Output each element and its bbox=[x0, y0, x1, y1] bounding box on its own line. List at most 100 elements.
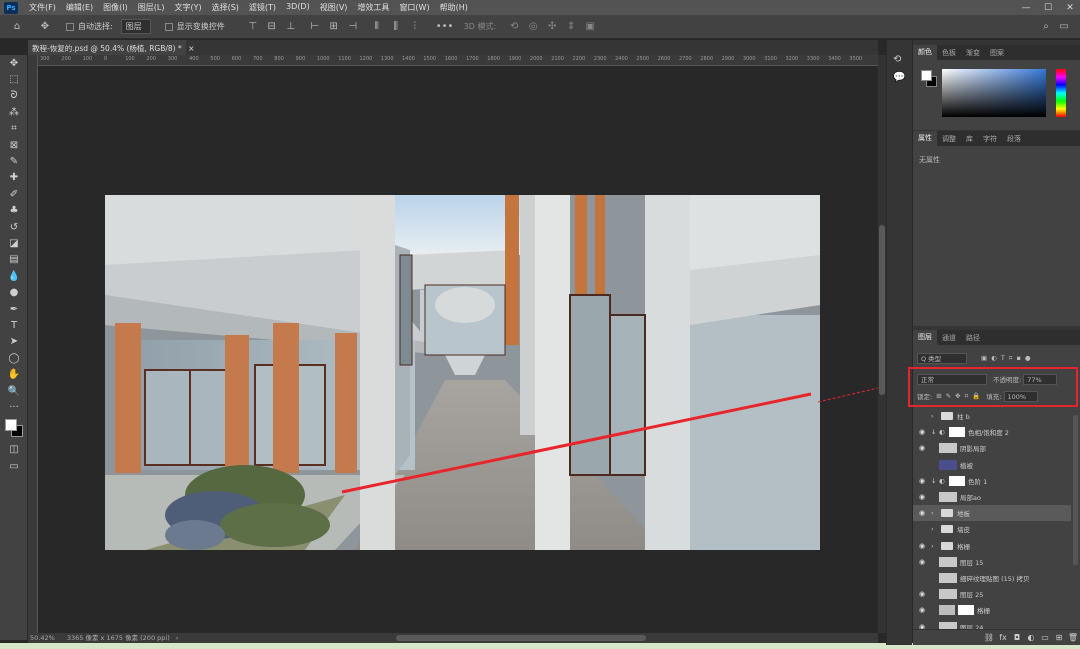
menu-item[interactable]: 选择(S) bbox=[207, 2, 244, 13]
visibility-eye-icon[interactable]: ◉ bbox=[913, 542, 931, 550]
visibility-eye-icon[interactable]: ◉ bbox=[913, 444, 931, 452]
move-tool-icon[interactable]: ✥ bbox=[38, 21, 52, 33]
layers-panel-tab[interactable]: 通道 bbox=[937, 333, 961, 343]
layer-filter-select[interactable]: Q 类型 bbox=[917, 352, 967, 364]
layer-row[interactable]: ◉ 格栅 bbox=[913, 602, 1071, 618]
shape-tool-icon[interactable]: ◯ bbox=[0, 350, 28, 366]
vertical-scrollbar[interactable] bbox=[878, 55, 886, 633]
minimize-button[interactable]: — bbox=[1016, 0, 1036, 15]
menu-item[interactable]: 增效工具 bbox=[352, 2, 394, 13]
distribute-3-icon[interactable]: ⫶ bbox=[408, 21, 422, 33]
home-icon[interactable]: ⌂ bbox=[10, 21, 24, 33]
layer-row[interactable]: ◉ ↓ ◐ 色相/饱和度 2 bbox=[913, 424, 1071, 440]
visibility-eye-icon[interactable]: ◉ bbox=[913, 558, 931, 566]
auto-select-dropdown[interactable]: 图层 bbox=[120, 19, 151, 34]
adjustment-icon[interactable]: ◐ bbox=[1024, 633, 1038, 642]
new-layer-icon[interactable]: ⊞ bbox=[1052, 633, 1066, 642]
visibility-eye-icon[interactable]: ◉ bbox=[913, 606, 931, 614]
layer-mask-thumbnail[interactable] bbox=[949, 475, 965, 486]
color-panel-tab[interactable]: 图案 bbox=[985, 48, 1009, 58]
move-tool-icon[interactable]: ✥ bbox=[0, 55, 28, 71]
visibility-eye-icon[interactable]: ◉ bbox=[913, 509, 931, 517]
marquee-tool-icon[interactable]: ⬚ bbox=[0, 71, 28, 87]
hand-tool-icon[interactable]: ✋ bbox=[0, 366, 28, 382]
transform-controls-toggle[interactable]: 显示变换控件 bbox=[164, 21, 225, 32]
status-more-icon[interactable]: › bbox=[176, 634, 179, 642]
trash-icon[interactable]: 🗑 bbox=[1066, 633, 1080, 642]
visibility-eye-icon[interactable]: ◉ bbox=[913, 428, 931, 436]
3d-roll-icon[interactable]: ◎ bbox=[526, 21, 540, 33]
layer-thumbnail[interactable] bbox=[939, 589, 957, 600]
menu-item[interactable]: 窗口(W) bbox=[394, 2, 434, 13]
group-chevron-icon[interactable]: › bbox=[931, 542, 939, 550]
blur-tool-icon[interactable]: 💧 bbox=[0, 268, 28, 284]
menu-item[interactable]: 3D(D) bbox=[281, 2, 315, 13]
menu-item[interactable]: 图层(L) bbox=[133, 2, 170, 13]
distribute-icon[interactable]: ⫴ bbox=[370, 21, 384, 33]
hue-slider[interactable] bbox=[1056, 69, 1066, 117]
3d-drag-icon[interactable]: ✣ bbox=[545, 21, 559, 33]
search-icon[interactable]: ⌕ bbox=[1039, 21, 1053, 33]
mask-icon[interactable]: ◘ bbox=[1010, 633, 1024, 642]
menu-item[interactable]: 视图(V) bbox=[315, 2, 353, 13]
quick-mask-icon[interactable]: ◫ bbox=[0, 442, 28, 458]
dodge-tool-icon[interactable]: ● bbox=[0, 284, 28, 300]
layer-row[interactable]: 细碎纹理贴图 (15) 拷贝 bbox=[913, 570, 1071, 586]
path-select-icon[interactable]: ➤ bbox=[0, 334, 28, 350]
history-brush-icon[interactable]: ↺ bbox=[0, 219, 28, 235]
screen-mode-icon[interactable]: ▭ bbox=[0, 458, 28, 474]
eraser-tool-icon[interactable]: ◪ bbox=[0, 235, 28, 251]
document-canvas-image[interactable] bbox=[105, 195, 820, 550]
filter-icons[interactable]: ▣◐T⌗▪● bbox=[981, 354, 1035, 363]
menu-item[interactable]: 编辑(E) bbox=[61, 2, 98, 13]
frame-tool-icon[interactable]: ⊠ bbox=[0, 137, 28, 153]
group-icon[interactable]: ▭ bbox=[1038, 633, 1052, 642]
clone-stamp-icon[interactable]: ♣ bbox=[0, 203, 28, 219]
gradient-tool-icon[interactable]: ▤ bbox=[0, 252, 28, 268]
layer-row[interactable]: ◉ › 格栅 bbox=[913, 538, 1071, 554]
align-vcenter-icon[interactable]: ⊟ bbox=[265, 21, 279, 33]
crop-tool-icon[interactable]: ⌗ bbox=[0, 121, 28, 137]
menu-item[interactable]: 文件(F) bbox=[24, 2, 61, 13]
visibility-eye-icon[interactable]: ◉ bbox=[913, 477, 931, 485]
close-button[interactable]: ✕ bbox=[1060, 0, 1080, 15]
3d-orbit-icon[interactable]: ⟲ bbox=[507, 21, 521, 33]
foreground-color[interactable] bbox=[5, 418, 17, 431]
layer-thumbnail[interactable] bbox=[939, 443, 957, 454]
layer-row[interactable]: › 墙皮 bbox=[913, 521, 1071, 537]
layers-panel-tab[interactable]: 路径 bbox=[961, 333, 985, 343]
menu-item[interactable]: 滤镜(T) bbox=[244, 2, 281, 13]
properties-panel-tab[interactable]: 库 bbox=[961, 134, 978, 144]
color-panel-tab[interactable]: 颜色 bbox=[913, 45, 937, 60]
layer-thumbnail[interactable] bbox=[939, 459, 957, 470]
workspace-icon[interactable]: ▭ bbox=[1057, 21, 1071, 33]
properties-panel-tab[interactable]: 段落 bbox=[1002, 134, 1026, 144]
healing-brush-icon[interactable]: ✚ bbox=[0, 170, 28, 186]
color-picker-field[interactable] bbox=[942, 69, 1046, 117]
magic-wand-icon[interactable]: ⁂ bbox=[0, 104, 28, 120]
3d-camera-icon[interactable]: ▣ bbox=[583, 21, 597, 33]
menu-item[interactable]: 文字(Y) bbox=[169, 2, 206, 13]
document-tab[interactable]: 教程-恢复的.psd @ 50.4% (杨植, RGB/8) * × bbox=[28, 40, 194, 55]
edit-toolbar-icon[interactable]: ··· bbox=[0, 399, 28, 415]
color-panel-tab[interactable]: 渐变 bbox=[961, 48, 985, 58]
layer-row[interactable]: ◉ 局部ao bbox=[913, 489, 1071, 505]
layer-thumbnail[interactable] bbox=[939, 573, 957, 584]
properties-panel-tab[interactable]: 属性 bbox=[913, 131, 937, 146]
color-panel-tab[interactable]: 色板 bbox=[937, 48, 961, 58]
comments-panel-icon[interactable]: 💬 bbox=[893, 72, 905, 83]
visibility-eye-icon[interactable]: ◉ bbox=[913, 493, 931, 501]
properties-panel-tab[interactable]: 字符 bbox=[978, 134, 1002, 144]
zoom-tool-icon[interactable]: 🔍 bbox=[0, 383, 28, 399]
document-tab-close[interactable]: × bbox=[188, 44, 194, 53]
maximize-button[interactable]: ☐ bbox=[1038, 0, 1058, 15]
horizontal-scrollbar[interactable] bbox=[396, 635, 646, 641]
zoom-level[interactable]: 50.42% bbox=[30, 634, 55, 642]
align-hcenter-icon[interactable]: ⊞ bbox=[327, 21, 341, 33]
distribute-2-icon[interactable]: ⫼ bbox=[389, 21, 403, 33]
vertical-scroll-thumb[interactable] bbox=[879, 225, 885, 395]
layer-row[interactable]: 植被 bbox=[913, 457, 1071, 473]
align-right-icon[interactable]: ⊣ bbox=[346, 21, 360, 33]
layer-row[interactable]: › 柱 b bbox=[913, 408, 1071, 424]
color-swatches[interactable] bbox=[0, 416, 28, 442]
